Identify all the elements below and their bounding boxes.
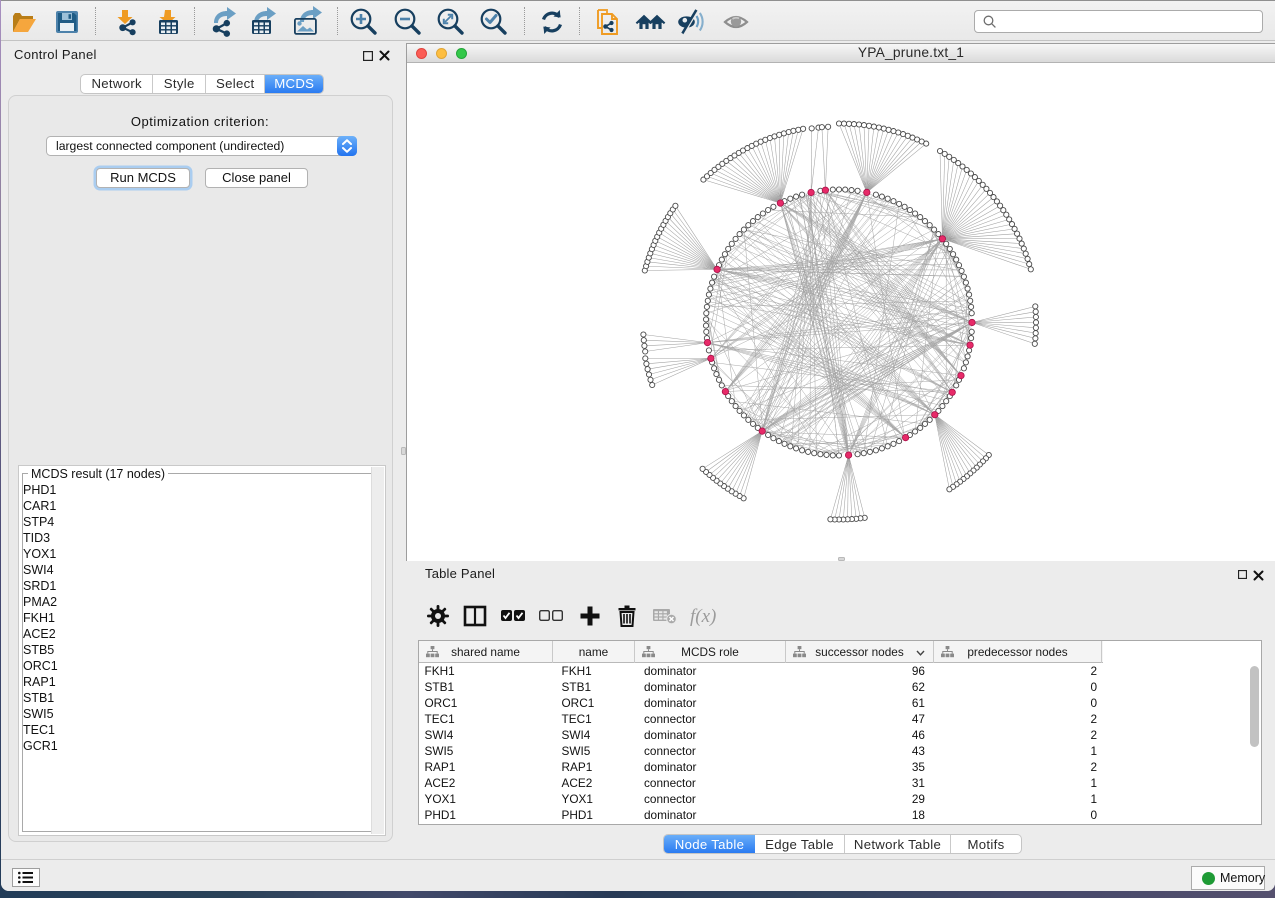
svg-text:f(x): f(x) bbox=[690, 606, 716, 627]
